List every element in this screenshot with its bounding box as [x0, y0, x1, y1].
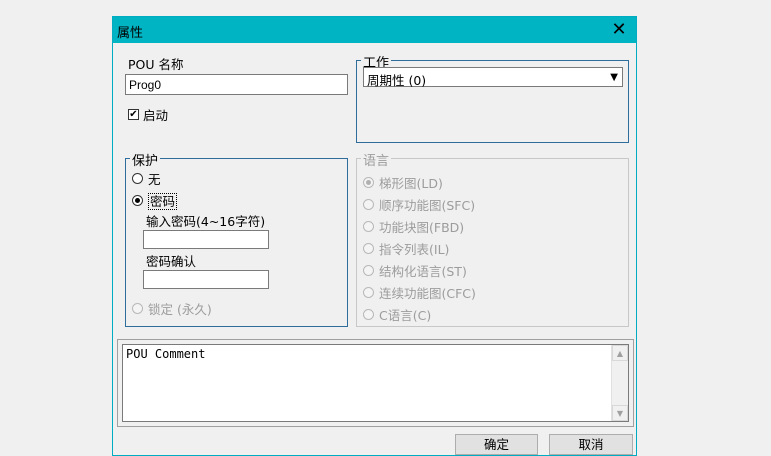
task-select[interactable]: 周期性 (0) ▼ — [363, 67, 623, 88]
properties-dialog: 属性 ✕ POU 名称 ✔ 启动 工作 周期性 (0) ▼ 保护 无 密码 — [112, 16, 637, 456]
radio-label: 锁定 (永久) — [148, 302, 212, 317]
cancel-button[interactable]: 取消 — [549, 434, 633, 455]
scroll-up-icon[interactable]: ▲ — [612, 345, 628, 361]
protection-group-label: 保护 — [130, 150, 161, 169]
radio-icon — [363, 287, 374, 298]
comment-frame: POU Comment ▲ ▼ — [117, 339, 634, 427]
protection-password-radio[interactable]: 密码 — [132, 191, 178, 210]
close-icon[interactable]: ✕ — [602, 17, 636, 43]
password-input[interactable] — [143, 230, 269, 249]
protection-group: 保护 无 密码 输入密码(4~16字符) 密码确认 锁定 (永久) — [125, 150, 348, 327]
radio-icon — [132, 303, 143, 314]
radio-icon — [363, 243, 374, 254]
title-bar[interactable]: 属性 ✕ — [113, 17, 636, 43]
language-cfc-radio[interactable]: 连续功能图(CFC) — [363, 283, 476, 301]
radio-icon — [132, 173, 143, 184]
pou-name-input[interactable] — [125, 74, 348, 95]
radio-label: 结构化语言(ST) — [379, 264, 467, 279]
ok-button[interactable]: 确定 — [455, 434, 538, 455]
confirm-password-input[interactable] — [143, 270, 269, 289]
radio-label: 密码 — [148, 193, 178, 210]
window-title: 属性 — [117, 26, 144, 41]
task-group: 工作 周期性 (0) ▼ — [356, 52, 629, 143]
confirm-password-label: 密码确认 — [146, 254, 197, 269]
radio-label: 梯形图(LD) — [379, 176, 443, 191]
radio-label: C语言(C) — [379, 308, 432, 323]
enable-checkbox[interactable]: ✔ 启动 — [128, 105, 168, 124]
checkbox-check-icon: ✔ — [128, 109, 139, 120]
comment-scrollbar[interactable]: ▲ ▼ — [611, 345, 628, 421]
scroll-down-icon[interactable]: ▼ — [612, 405, 628, 421]
language-il-radio[interactable]: 指令列表(IL) — [363, 239, 449, 257]
radio-icon — [363, 265, 374, 276]
language-group-label: 语言 — [361, 150, 392, 169]
language-ld-radio[interactable]: 梯形图(LD) — [363, 173, 443, 191]
radio-selected-icon — [132, 195, 143, 206]
radio-icon — [363, 221, 374, 232]
comment-textarea[interactable]: POU Comment ▲ ▼ — [122, 344, 629, 422]
language-sfc-radio[interactable]: 顺序功能图(SFC) — [363, 195, 475, 213]
task-select-value: 周期性 (0) — [367, 73, 427, 88]
enable-label: 启动 — [143, 108, 169, 123]
radio-label: 连续功能图(CFC) — [379, 286, 476, 301]
chevron-down-icon[interactable]: ▼ — [610, 72, 618, 83]
radio-label: 顺序功能图(SFC) — [379, 198, 476, 213]
comment-text: POU Comment — [126, 347, 206, 361]
language-group: 语言 梯形图(LD) 顺序功能图(SFC) 功能块图(FBD) 指令列表(IL)… — [356, 150, 629, 327]
radio-label: 无 — [148, 172, 161, 187]
protection-none-radio[interactable]: 无 — [132, 169, 161, 187]
protection-lock-radio[interactable]: 锁定 (永久) — [132, 299, 212, 317]
language-st-radio[interactable]: 结构化语言(ST) — [363, 261, 467, 279]
radio-label: 功能块图(FBD) — [379, 220, 465, 235]
language-c-radio[interactable]: C语言(C) — [363, 305, 431, 323]
radio-icon — [363, 309, 374, 320]
radio-label: 指令列表(IL) — [379, 242, 450, 257]
password-label: 输入密码(4~16字符) — [146, 214, 266, 229]
radio-selected-icon — [363, 177, 374, 188]
dialog-body: POU 名称 ✔ 启动 工作 周期性 (0) ▼ 保护 无 密码 输入密码(4~1… — [116, 44, 634, 455]
radio-icon — [363, 199, 374, 210]
language-fbd-radio[interactable]: 功能块图(FBD) — [363, 217, 464, 235]
pou-name-label: POU 名称 — [128, 57, 184, 72]
